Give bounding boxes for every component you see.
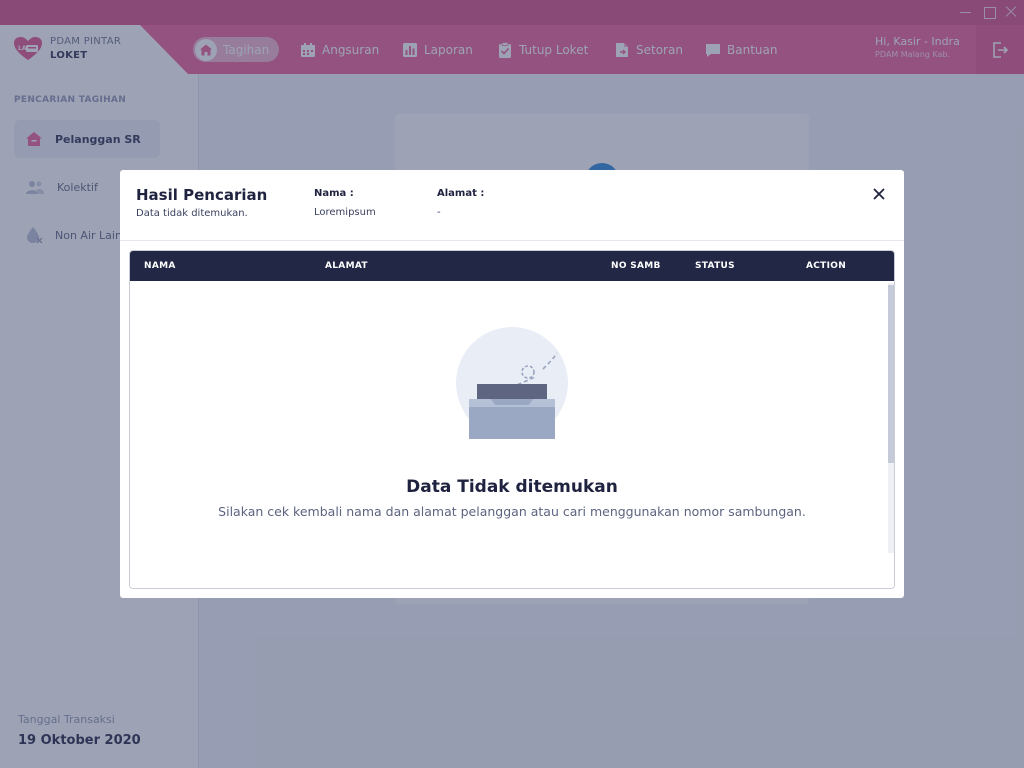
alamat-label: Alamat : [437, 188, 485, 199]
results-table: NAMA ALAMAT NO SAMB STATUS ACTION Data T… [129, 250, 895, 589]
scrollbar-thumb[interactable] [888, 285, 894, 463]
nama-label: Nama : [314, 188, 354, 199]
column-header-nama: NAMA [144, 261, 176, 271]
empty-state-description: Silakan cek kembali nama dan alamat pela… [218, 504, 806, 519]
column-header-alamat: ALAMAT [325, 261, 368, 271]
modal-divider [120, 240, 904, 241]
modal-subtitle: Data tidak ditemukan. [136, 208, 248, 219]
nama-value: Loremipsum [314, 207, 376, 218]
modal-title: Hasil Pencarian [136, 186, 268, 204]
column-header-action: ACTION [806, 261, 847, 271]
table-header: NAMA ALAMAT NO SAMB STATUS ACTION [130, 251, 894, 281]
search-results-modal: Hasil Pencarian Data tidak ditemukan. Na… [120, 170, 904, 598]
alamat-value: - [437, 207, 441, 218]
column-header-status: STATUS [695, 261, 735, 271]
column-header-no-samb: NO SAMB [611, 261, 661, 271]
empty-state-title: Data Tidak ditemukan [406, 477, 618, 497]
empty-box-icon [456, 327, 568, 439]
close-icon[interactable] [870, 185, 888, 203]
